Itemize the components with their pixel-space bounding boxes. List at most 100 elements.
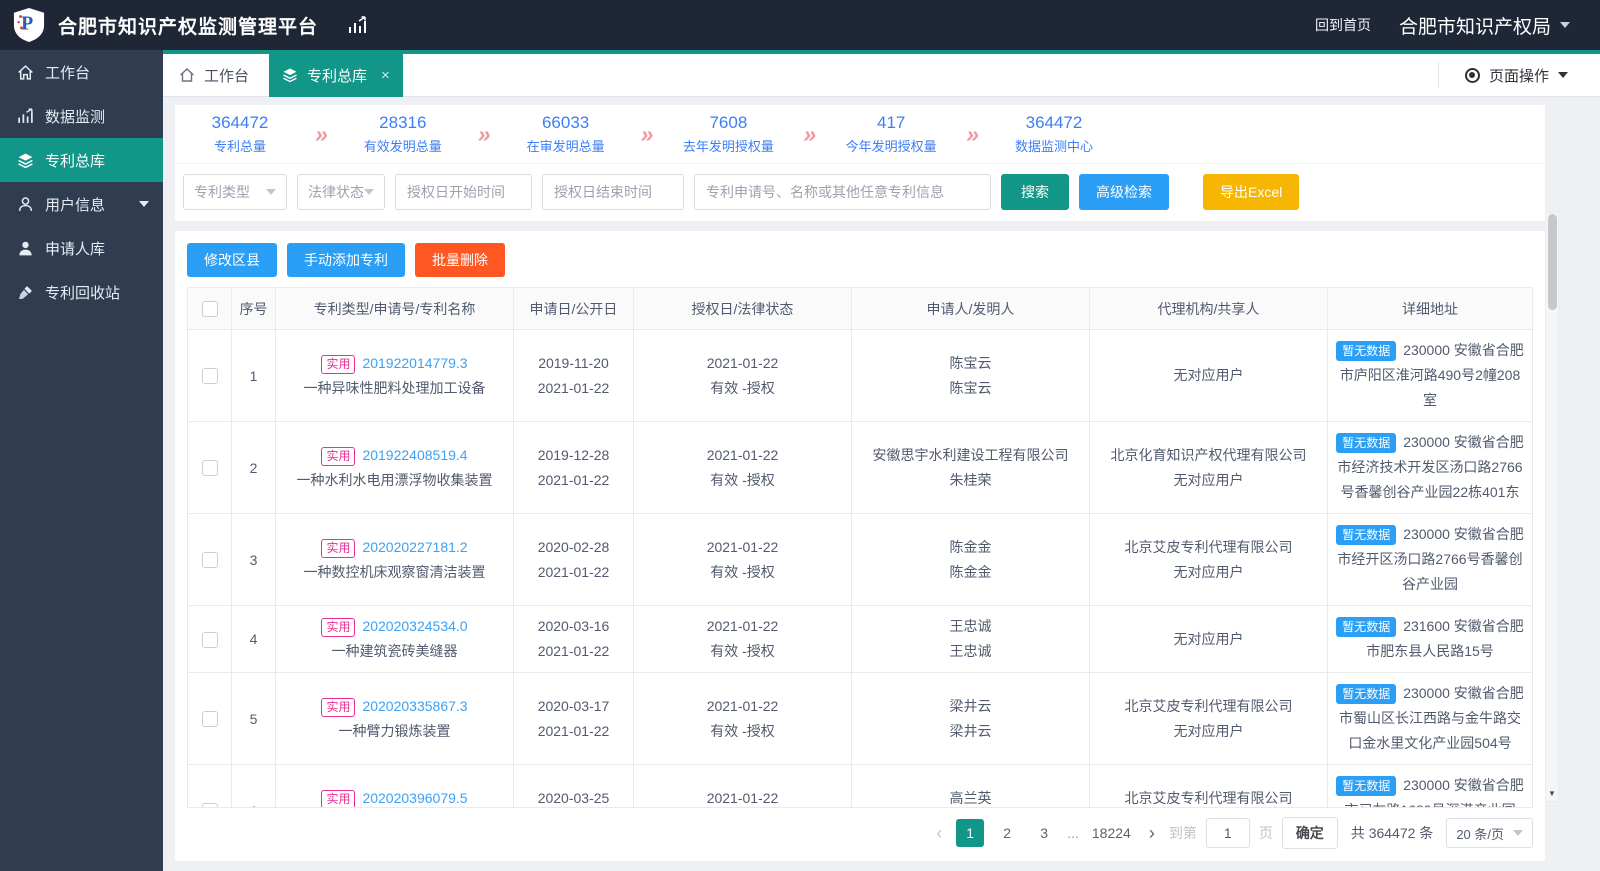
back-home-link[interactable]: 回到首页 <box>1315 15 1371 35</box>
confirm-button[interactable]: 确定 <box>1282 817 1338 849</box>
layers-icon <box>282 67 298 83</box>
search-button[interactable]: 搜索 <box>1001 174 1069 210</box>
patent-number-link[interactable]: 202020396079.5 <box>362 790 467 806</box>
cell-agency: 北京化育知识产权代理有限公司 无对应用户 <box>1090 422 1328 514</box>
keyword-search-input[interactable] <box>694 174 991 210</box>
table-row: 6 实用202020396079.5 一种食品加工用玉米碾碎装置 2020-03… <box>188 765 1533 809</box>
no-data-badge: 暂无数据 <box>1336 776 1396 796</box>
goto-page-input[interactable] <box>1206 818 1250 848</box>
cell-grant-status: 2021-01-22 有效 -授权 <box>634 606 852 673</box>
row-checkbox[interactable] <box>202 552 218 568</box>
header-address: 详细地址 <box>1328 288 1533 330</box>
next-page-button[interactable]: › <box>1144 823 1160 844</box>
page-number-last[interactable]: 18224 <box>1088 819 1135 847</box>
stat-pending-inventions[interactable]: 66033 在审发明总量 <box>505 113 627 155</box>
page-size-select[interactable]: 20 条/页 <box>1446 818 1533 848</box>
select-all-checkbox[interactable] <box>202 301 218 317</box>
stat-label: 有效发明总量 <box>342 136 464 155</box>
applicant-name: 安徽思宇水利建设工程有限公司 <box>858 443 1083 468</box>
page-size-value: 20 条/页 <box>1456 824 1504 843</box>
table-action-row: 修改区县 手动添加专利 批量删除 <box>187 243 1533 277</box>
cell-address: 暂无数据230000 安徽省合肥市蜀山区长江西路与金牛路交口金水里文化产业园50… <box>1328 673 1533 765</box>
patent-number-link[interactable]: 201922014779.3 <box>362 355 467 371</box>
cell-no: 2 <box>232 422 276 514</box>
stat-data-monitor-center[interactable]: 364472 数据监测中心 <box>993 113 1115 155</box>
stats-row: 364472 专利总量 » 28316 有效发明总量 » 66033 在审发明总… <box>175 105 1545 163</box>
cell-agency: 无对应用户 <box>1090 330 1328 422</box>
cell-no: 1 <box>232 330 276 422</box>
tab-bar: 工作台 专利总库 × 页面操作 <box>163 54 1600 97</box>
patent-type-select[interactable]: 专利类型 <box>183 174 287 210</box>
grant-end-date-input[interactable] <box>542 174 684 210</box>
chevrons-right-icon: » <box>803 121 816 148</box>
patent-name: 一种臂力锻炼装置 <box>282 719 507 744</box>
close-icon[interactable]: × <box>381 67 390 84</box>
grant-date: 2021-01-22 <box>640 694 845 719</box>
sidebar-item-workbench[interactable]: 工作台 <box>0 50 163 94</box>
home-icon <box>179 67 195 83</box>
page-actions-dropdown[interactable]: 页面操作 <box>1438 62 1568 88</box>
table-wrapper: 序号 专利类型/申请号/专利名称 申请日/公开日 授权日/法律状态 申请人/发明… <box>187 287 1533 808</box>
cell-patent: 实用202020227181.2 一种数控机床观察窗清洁装置 <box>276 514 514 606</box>
row-checkbox[interactable] <box>202 711 218 727</box>
grant-start-date-input[interactable] <box>395 174 532 210</box>
sidebar: 工作台 数据监测 专利总库 用户信息 申请人库 专利回收站 <box>0 50 163 871</box>
stat-last-year-grants[interactable]: 7608 去年发明授权量 <box>667 113 789 155</box>
publish-date: 2021-01-22 <box>520 639 627 664</box>
cell-no: 5 <box>232 673 276 765</box>
row-checkbox[interactable] <box>202 460 218 476</box>
patent-number-link[interactable]: 201922408519.4 <box>362 447 467 463</box>
pagination-bar: ‹ 1 2 3 ... 18224 › 到第 页 确定 共 364472 条 2… <box>187 808 1533 849</box>
chart-icon <box>348 16 368 34</box>
tab-workbench[interactable]: 工作台 <box>179 65 249 86</box>
row-checkbox[interactable] <box>202 632 218 648</box>
export-excel-button[interactable]: 导出Excel <box>1203 174 1299 210</box>
tab-patent-library[interactable]: 专利总库 × <box>269 54 403 97</box>
add-patent-button[interactable]: 手动添加专利 <box>287 243 405 277</box>
prev-page-button[interactable]: ‹ <box>931 823 947 844</box>
cell-applicant: 安徽思宇水利建设工程有限公司 朱桂荣 <box>852 422 1090 514</box>
patent-number-link[interactable]: 202020335867.3 <box>362 698 467 714</box>
stat-total-patents[interactable]: 364472 专利总量 <box>179 113 301 155</box>
patent-type-tag: 实用 <box>321 447 355 466</box>
sidebar-item-label: 工作台 <box>45 62 90 83</box>
cell-select <box>188 765 232 809</box>
chevrons-right-icon: » <box>966 121 979 148</box>
sidebar-item-patent-library[interactable]: 专利总库 <box>0 138 163 182</box>
no-data-badge: 暂无数据 <box>1336 341 1396 361</box>
sidebar-item-data-monitor[interactable]: 数据监测 <box>0 94 163 138</box>
legal-status-select[interactable]: 法律状态 <box>297 174 385 210</box>
scrollbar-thumb[interactable] <box>1548 214 1557 310</box>
sidebar-item-user-info[interactable]: 用户信息 <box>0 182 163 226</box>
sidebar-item-applicant-library[interactable]: 申请人库 <box>0 226 163 270</box>
scrollbar-down-arrow-icon[interactable]: ▼ <box>1546 789 1558 798</box>
patent-number-link[interactable]: 202020227181.2 <box>362 539 467 555</box>
stat-value: 417 <box>830 113 952 133</box>
page-number-3[interactable]: 3 <box>1030 819 1058 847</box>
edit-district-button[interactable]: 修改区县 <box>187 243 277 277</box>
sidebar-item-recycle-bin[interactable]: 专利回收站 <box>0 270 163 314</box>
batch-delete-button[interactable]: 批量删除 <box>415 243 505 277</box>
advanced-search-button[interactable]: 高级检索 <box>1079 174 1169 210</box>
page-number-1[interactable]: 1 <box>956 819 984 847</box>
stat-value: 28316 <box>342 113 464 133</box>
legal-status: 有效 -授权 <box>640 376 845 401</box>
patent-type-tag: 实用 <box>321 539 355 558</box>
page-number-2[interactable]: 2 <box>993 819 1021 847</box>
stat-label: 专利总量 <box>179 136 301 155</box>
chevron-down-icon <box>1513 830 1523 836</box>
row-checkbox[interactable] <box>202 368 218 384</box>
no-data-badge: 暂无数据 <box>1336 684 1396 704</box>
agency-name: 北京艾皮专利代理有限公司 <box>1096 786 1321 809</box>
cell-select <box>188 606 232 673</box>
vertical-scrollbar[interactable]: ▼ <box>1545 212 1559 802</box>
stat-this-year-grants[interactable]: 417 今年发明授权量 <box>830 113 952 155</box>
stat-value: 364472 <box>993 113 1115 133</box>
stat-valid-inventions[interactable]: 28316 有效发明总量 <box>342 113 464 155</box>
applicant-name: 梁井云 <box>858 694 1083 719</box>
patent-number-link[interactable]: 202020324534.0 <box>362 618 467 634</box>
org-dropdown[interactable]: 合肥市知识产权局 <box>1399 12 1570 39</box>
table-row: 2 实用201922408519.4 一种水利水电用漂浮物收集装置 2019-1… <box>188 422 1533 514</box>
cell-agency: 北京艾皮专利代理有限公司 无对应用户 <box>1090 765 1328 809</box>
patent-name: 一种建筑瓷砖美缝器 <box>282 639 507 664</box>
